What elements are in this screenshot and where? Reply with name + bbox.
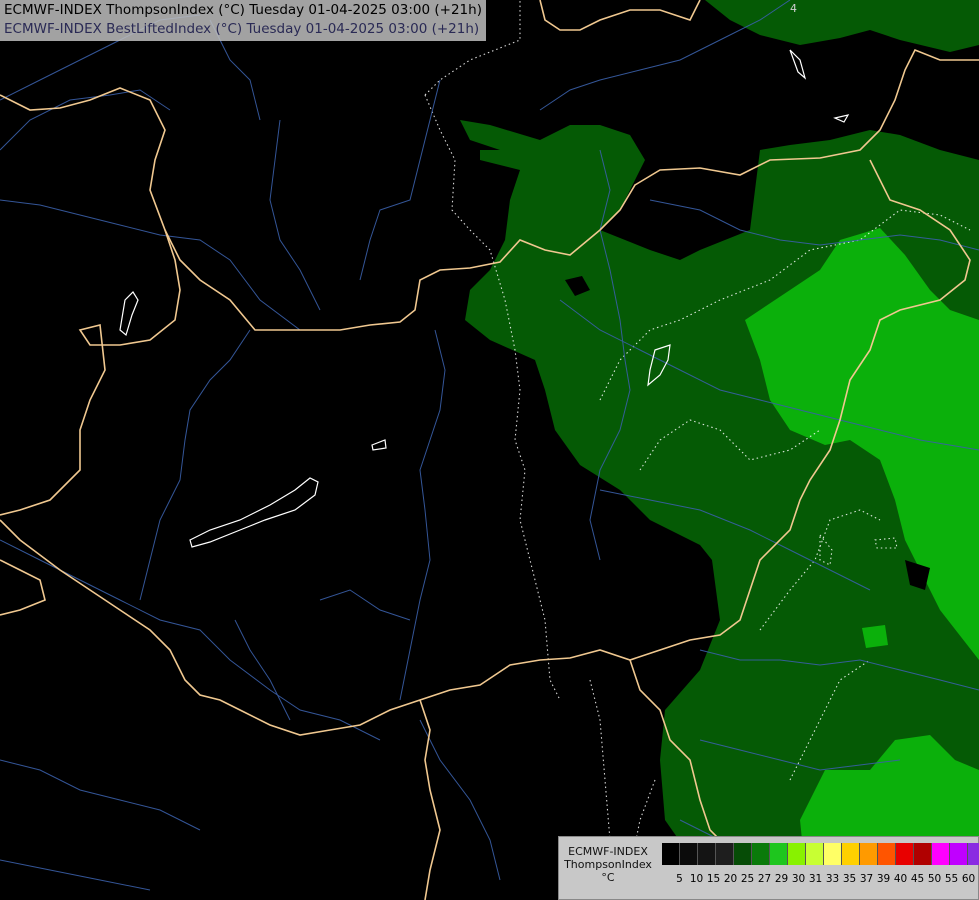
legend-tick-label: 37 bbox=[859, 873, 874, 885]
legend-tick-label: 10 bbox=[689, 873, 704, 885]
legend-tick-label: 15 bbox=[706, 873, 721, 885]
legend-swatch bbox=[770, 843, 788, 865]
legend-tick-label: 31 bbox=[808, 873, 823, 885]
legend-swatch bbox=[680, 843, 698, 865]
color-legend: ECMWF-INDEX ThompsonIndex °C 5 10 15 20 25 27… bbox=[558, 836, 979, 900]
legend-tick-label: 55 bbox=[944, 873, 959, 885]
legend-model: ECMWF-INDEX bbox=[568, 845, 648, 858]
legend-swatch bbox=[950, 843, 968, 865]
map-title-box: ECMWF-INDEX ThompsonIndex (°C) Tuesday 0… bbox=[0, 0, 486, 41]
legend-swatch bbox=[734, 843, 752, 865]
legend-tick-label: 29 bbox=[774, 873, 789, 885]
weather-map: 4 bbox=[0, 0, 979, 900]
legend-swatch bbox=[896, 843, 914, 865]
legend-tick-label: 60 bbox=[961, 873, 976, 885]
legend-swatch bbox=[878, 843, 896, 865]
legend-swatch bbox=[824, 843, 842, 865]
title-best-lifted-index: ECMWF-INDEX BestLiftedIndex (°C) Tuesday… bbox=[4, 21, 480, 37]
contour-label: 4 bbox=[790, 2, 797, 15]
legend-tick-label: 45 bbox=[910, 873, 925, 885]
legend-tick-label: 39 bbox=[876, 873, 891, 885]
legend-swatch bbox=[698, 843, 716, 865]
legend-tick-label: 50 bbox=[927, 873, 942, 885]
legend-tick-label: 27 bbox=[757, 873, 772, 885]
legend-swatch bbox=[842, 843, 860, 865]
legend-tick-label: 20 bbox=[723, 873, 738, 885]
legend-swatch bbox=[914, 843, 932, 865]
legend-swatch bbox=[788, 843, 806, 865]
legend-swatch bbox=[932, 843, 950, 865]
legend-unit: °C bbox=[601, 871, 615, 884]
legend-swatch bbox=[716, 843, 734, 865]
legend-swatch bbox=[968, 843, 979, 865]
legend-tick-label: 5 bbox=[676, 873, 683, 885]
legend-swatch bbox=[860, 843, 878, 865]
legend-tick-label: 40 bbox=[893, 873, 908, 885]
legend-swatch bbox=[806, 843, 824, 865]
legend-swatch bbox=[752, 843, 770, 865]
legend-swatches bbox=[662, 843, 979, 865]
legend-label: ECMWF-INDEX ThompsonIndex °C bbox=[563, 845, 653, 884]
legend-tick-label: 30 bbox=[791, 873, 806, 885]
legend-tick-label: 33 bbox=[825, 873, 840, 885]
legend-tick-label: 25 bbox=[740, 873, 755, 885]
legend-tick-label: 35 bbox=[842, 873, 857, 885]
legend-parameter: ThompsonIndex bbox=[564, 858, 652, 871]
legend-swatch bbox=[662, 843, 680, 865]
title-thompson-index: ECMWF-INDEX ThompsonIndex (°C) Tuesday 0… bbox=[4, 2, 482, 18]
legend-ticks: 5 10 15 20 25 27 29 30 31 33 35 37 39 40 45 50 55 60 bbox=[662, 873, 975, 885]
